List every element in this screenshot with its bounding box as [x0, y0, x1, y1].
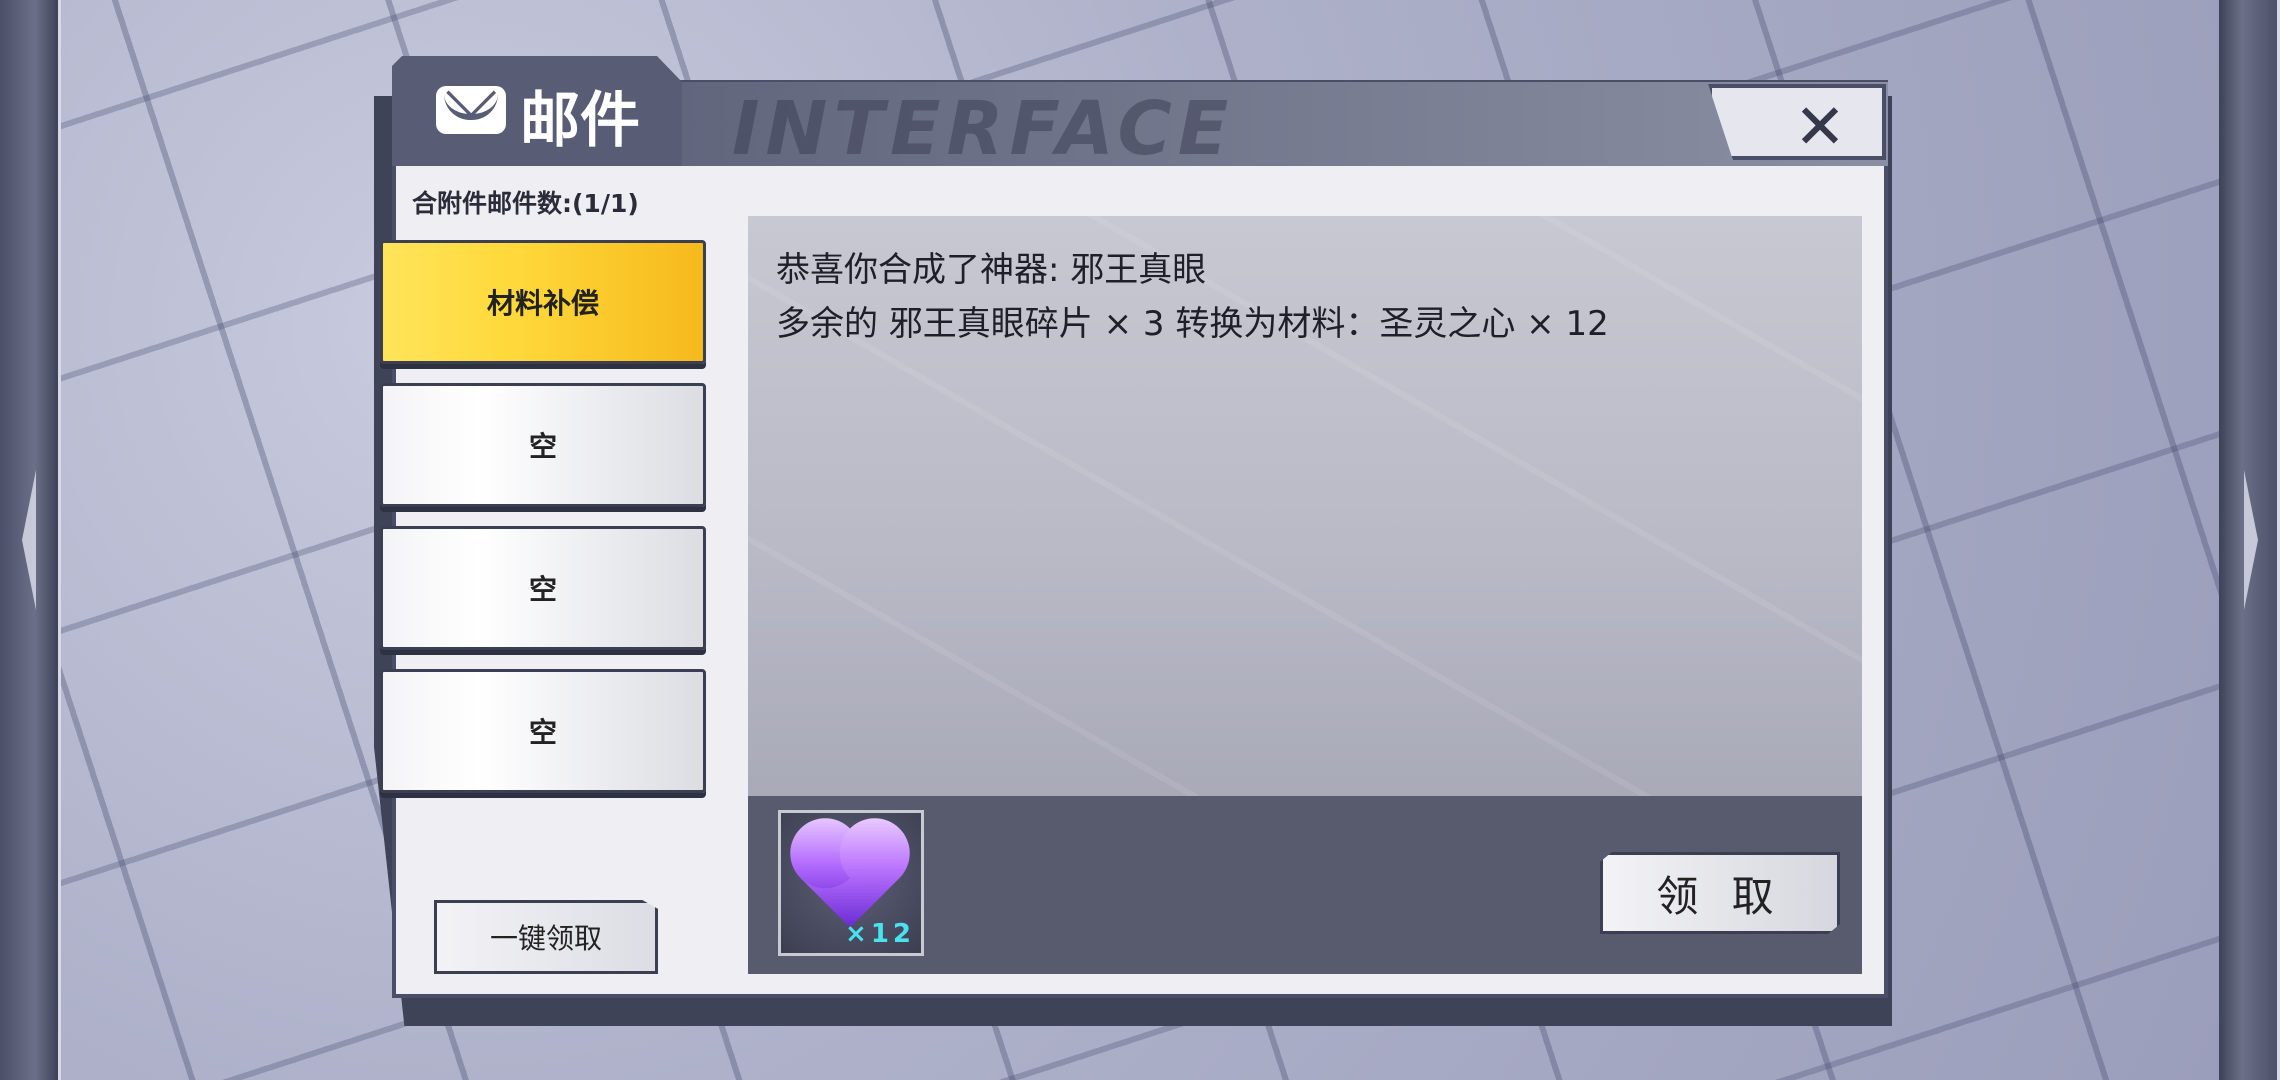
header-decoration: INTERFACE [732, 86, 1235, 172]
dialog-header: INTERFACE 邮件 ✕ [392, 56, 1888, 172]
mail-item-3[interactable]: 空 [380, 526, 706, 650]
close-button[interactable]: ✕ [1708, 84, 1886, 160]
mail-count-label: 合附件邮件数:(1/1) [412, 189, 639, 218]
page-title: 邮件 [520, 86, 640, 156]
mail-item-2[interactable]: 空 [380, 383, 706, 507]
attachment-item[interactable]: ×12 [778, 810, 924, 956]
left-arrow-icon [22, 470, 36, 610]
claim-all-button[interactable]: 一键领取 [434, 900, 658, 974]
heart-gem-icon [800, 828, 900, 928]
message-line-1: 恭喜你合成了神器: 邪王真眼 [776, 250, 1207, 290]
mail-item-4[interactable]: 空 [380, 669, 706, 793]
close-icon: ✕ [1794, 90, 1846, 163]
claim-button[interactable]: 领 取 [1600, 852, 1840, 934]
attachment-quantity: ×12 [845, 919, 915, 949]
message-panel: 恭喜你合成了神器: 邪王真眼 多余的 邪王真眼碎片 × 3 转换为材料：圣灵之心… [748, 216, 1862, 796]
mail-item-1[interactable]: 材料补偿 [380, 240, 706, 364]
mail-icon [436, 86, 506, 134]
message-line-2: 多余的 邪王真眼碎片 × 3 转换为材料：圣灵之心 × 12 [776, 304, 1609, 344]
attachment-bar: ×12 领 取 [748, 796, 1862, 974]
right-arrow-icon [2244, 470, 2258, 610]
